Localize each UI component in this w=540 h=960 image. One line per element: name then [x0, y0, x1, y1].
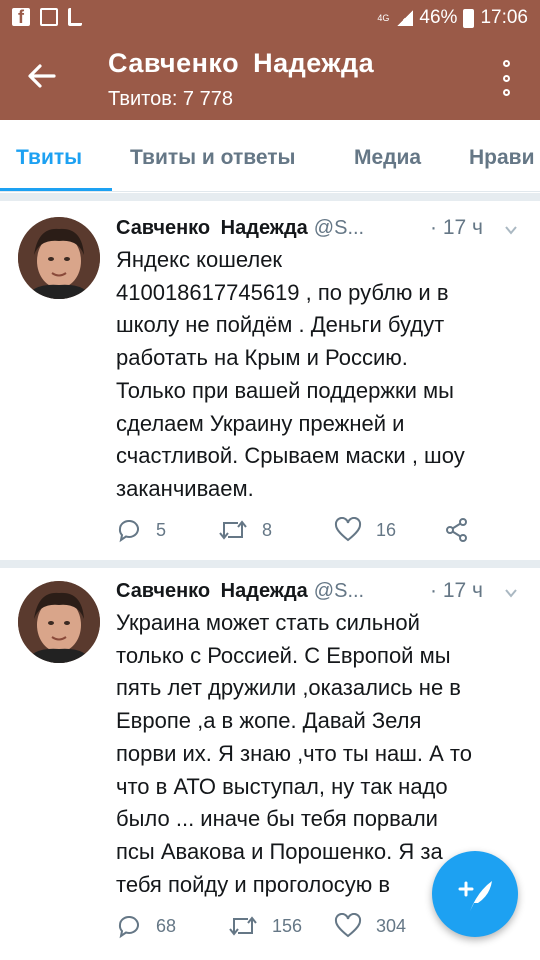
tweet-time: · 17 ч — [430, 579, 483, 602]
tweet-text-line: пять лет дружили ,оказались не в — [116, 675, 461, 701]
retweet-icon — [219, 520, 247, 540]
reply-icon — [118, 915, 139, 939]
tweet-time: · 17 ч — [430, 216, 483, 239]
tweet-author-name[interactable]: Савченко Надежда — [116, 217, 308, 239]
active-tab-indicator — [0, 188, 112, 191]
gallery-icon — [40, 8, 58, 26]
tweet-author-handle[interactable]: @S... — [314, 217, 364, 239]
like-icon — [334, 913, 362, 938]
tweet-header: Савченко Надежда @S... — [116, 580, 364, 603]
reply-button[interactable]: 5 — [116, 517, 166, 543]
tweet-text-line: было ... иначе бы тебя порвали — [116, 806, 438, 832]
retweet-count: 8 — [262, 519, 273, 540]
like-count: 304 — [376, 915, 407, 936]
tweet-text-line: 410018617745619 , по рублю и в — [116, 279, 449, 305]
status-bar: 4G 46% 17:06 — [0, 0, 540, 36]
back-arrow-icon[interactable] — [24, 58, 60, 94]
share-icon — [446, 518, 467, 542]
profile-name: Савченко Надежда — [108, 48, 375, 78]
like-icon — [334, 517, 362, 542]
tweet-author-name[interactable]: Савченко Надежда — [116, 580, 308, 602]
tweet-text-line: сделаем Украину прежней и — [116, 410, 405, 436]
tweet-count: Твитов: 7 778 — [108, 88, 233, 110]
clock: 17:06 — [480, 7, 528, 28]
network-type: 4G — [377, 12, 390, 23]
tweet-text-line: Только при вашей поддержки мы — [116, 377, 454, 403]
tweet-text-line: заканчиваем. — [116, 475, 254, 501]
like-count: 16 — [376, 519, 397, 540]
app-bar: Савченко Надежда Твитов: 7 778 — [0, 36, 540, 120]
signal-icon — [397, 10, 414, 26]
retweet-icon — [229, 916, 257, 936]
tweet-card[interactable]: Савченко Надежда @S... · 17 ч Яндекс коше… — [0, 201, 540, 559]
divider — [0, 193, 540, 201]
tab-likes[interactable]: Нрави — [469, 146, 535, 170]
reply-count: 5 — [156, 519, 167, 540]
tweet-text-line: работать на Крым и Россию. — [116, 345, 408, 371]
tweet-text-line: порви их. Я знаю ,что ты наш. А то — [116, 740, 472, 766]
tweet-text-line: Яндекс кошелек — [116, 247, 283, 272]
retweet-count: 156 — [272, 915, 303, 936]
share-button[interactable] — [444, 517, 484, 543]
compose-tweet-button[interactable] — [432, 851, 518, 937]
chevron-down-icon[interactable] — [504, 586, 518, 600]
tweet-author-handle[interactable]: @S... — [314, 580, 364, 602]
notification-icons — [12, 7, 82, 28]
overflow-menu-icon[interactable] — [498, 60, 514, 96]
tweet-text-line: Европе ,а в жопе. Давай Зеля — [116, 708, 422, 734]
tab-media[interactable]: Медиа — [354, 146, 421, 170]
profile-tabs: Твиты Твиты и ответы Медиа Нрави — [0, 120, 540, 192]
reply-count: 68 — [156, 915, 177, 936]
tweet-text-line: счастливой. Срываем маски , шоу — [116, 443, 465, 469]
tweet-text-line: только с Россией. С Европой мы — [116, 642, 451, 668]
tweet-header: Савченко Надежда @S... — [116, 217, 364, 240]
compose-icon — [458, 881, 492, 911]
tab-tweets[interactable]: Твиты — [16, 146, 82, 170]
reply-button[interactable]: 68 — [116, 913, 176, 939]
chart-icon — [68, 8, 82, 26]
avatar[interactable] — [18, 581, 100, 663]
reply-icon — [118, 519, 139, 543]
tweet-text-line: что в АТО выступал, ну так надо — [116, 773, 448, 799]
retweet-button[interactable]: 156 — [228, 913, 302, 939]
facebook-icon — [12, 7, 30, 28]
status-indicators: 4G 46% 17:06 — [377, 7, 528, 29]
like-button[interactable]: 304 — [334, 913, 406, 939]
tweet-text: Яндекс кошелек 410018617745619 , по рубл… — [116, 244, 526, 506]
like-button[interactable]: 16 — [334, 517, 396, 543]
divider — [0, 560, 540, 568]
battery-percent: 46% — [419, 7, 458, 28]
battery-icon — [463, 8, 475, 28]
tweet-text-line: Украина может стать сильной — [116, 610, 420, 635]
tab-tweets-and-replies[interactable]: Твиты и ответы — [130, 146, 296, 170]
retweet-button[interactable]: 8 — [218, 517, 272, 543]
chevron-down-icon[interactable] — [504, 223, 518, 237]
tweet-text-line: школу не пойдём . Деньги будут — [116, 312, 445, 338]
tweet-actions: 5 8 16 — [116, 517, 536, 545]
avatar[interactable] — [18, 217, 100, 299]
